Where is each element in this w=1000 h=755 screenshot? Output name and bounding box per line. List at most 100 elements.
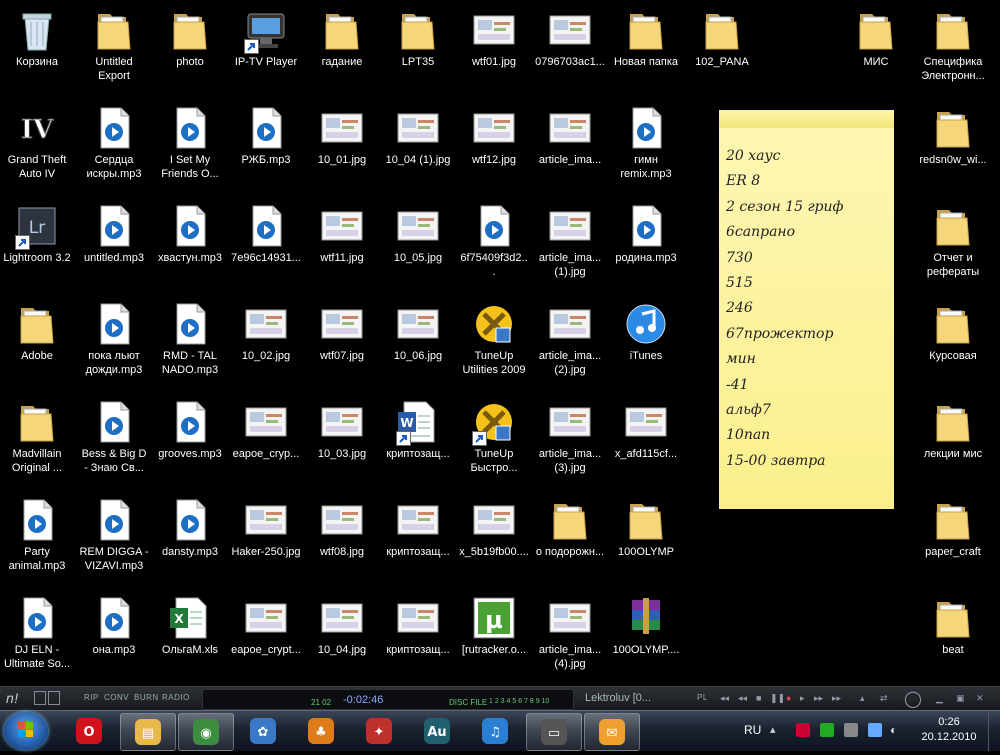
- taskbar-opera-button[interactable]: O: [62, 713, 116, 749]
- desktop-icon-article-ima-2[interactable]: article_ima... (2).jpg: [535, 300, 605, 377]
- clock[interactable]: 0:26 20.12.2010: [916, 715, 982, 745]
- desktop-icon-untitled-mp3[interactable]: untitled.mp3: [79, 202, 149, 265]
- desktop-icon-lightroom[interactable]: Lr Lightroom 3.2: [2, 202, 72, 265]
- rip-button[interactable]: RIP: [84, 693, 99, 702]
- desktop-icon-o-podorozh[interactable]: о подорожн...: [535, 496, 605, 559]
- desktop-icon-gadanie[interactable]: гадание: [307, 6, 377, 69]
- taskbar-window-button[interactable]: ▭: [526, 713, 582, 751]
- tray-volume-icon[interactable]: ◐: [890, 723, 904, 737]
- track-numbers[interactable]: 1 2 3 4 5 6 7 8 9 10: [489, 698, 549, 705]
- desktop-icon-specification[interactable]: Специфика Электронн...: [918, 6, 988, 83]
- pl-button[interactable]: PL: [697, 693, 708, 702]
- desktop-icon-ona[interactable]: она.mp3: [79, 594, 149, 657]
- desktop-icon-0796703ac1[interactable]: 0796703ac1...: [535, 6, 605, 69]
- desktop-icon-kriptozasch-3[interactable]: криптозащ...: [383, 594, 453, 657]
- taskbar-itunes-button[interactable]: ♫: [468, 713, 522, 749]
- desktop-icon-wtf01[interactable]: wtf01.jpg: [459, 6, 529, 69]
- desktop-icon-6f75409f3d2[interactable]: 6f75409f3d2...: [459, 202, 529, 279]
- desktop-icon-gta4[interactable]: IV Grand Theft Auto IV: [2, 104, 72, 181]
- desktop-icon-poka-lyut[interactable]: пока льют дожди.mp3: [79, 300, 149, 377]
- desktop-icon-100olymp-rar[interactable]: 100OLYMP....: [611, 594, 681, 657]
- desktop-icon-wtf08[interactable]: wtf08.jpg: [307, 496, 377, 559]
- desktop-icon-lekcii-mis[interactable]: лекции мис: [918, 398, 988, 461]
- desktop-icon-10-05[interactable]: 10_05.jpg: [383, 202, 453, 265]
- desktop-icon-10-04-1[interactable]: 10_04 (1).jpg: [383, 104, 453, 167]
- desktop-icon-bess-big-d[interactable]: Bess & Big D - Знаю Св...: [79, 398, 149, 475]
- desktop-icon-grooves[interactable]: grooves.mp3: [155, 398, 225, 461]
- desktop-icon-rem-digga[interactable]: REM DIGGA - VIZAVI.mp3: [79, 496, 149, 573]
- pause-button[interactable]: ❚❚: [770, 693, 785, 704]
- desktop-icon-haker-250[interactable]: Haker-250.jpg: [231, 496, 301, 559]
- close-player-button[interactable]: ✕: [976, 693, 984, 704]
- next-button[interactable]: ▸▸: [832, 693, 841, 704]
- desktop-icon-photo[interactable]: photo: [155, 6, 225, 69]
- desktop-icon-tuneup-2009[interactable]: TuneUp Utilities 2009: [459, 300, 529, 377]
- taskbar-audition-button[interactable]: Au: [410, 713, 464, 749]
- desktop-icon-10-01[interactable]: 10_01.jpg: [307, 104, 377, 167]
- desktop-icon-ip-tv-player[interactable]: IP-TV Player: [231, 6, 301, 69]
- desktop-icon-7e96c14931[interactable]: 7e96c14931...: [231, 202, 301, 265]
- taskbar-explorer-button[interactable]: ▤: [120, 713, 176, 751]
- desktop-icon-10-06[interactable]: 10_06.jpg: [383, 300, 453, 363]
- stop-button[interactable]: ■: [756, 693, 761, 703]
- media-s-button[interactable]: [48, 691, 60, 705]
- forward-button[interactable]: ▸▸: [814, 693, 823, 704]
- desktop-icon-kursovaya[interactable]: Курсовая: [918, 300, 988, 363]
- desktop-icon-wtf11[interactable]: wtf11.jpg: [307, 202, 377, 265]
- desktop-icon-rmd-talnado[interactable]: RMD - TAL NADO.mp3: [155, 300, 225, 377]
- disc-file-label[interactable]: DISC FILE: [449, 698, 487, 707]
- desktop-icon-x-5b19fb00[interactable]: x_5b19fb00....: [459, 496, 529, 559]
- taskbar-qip-button[interactable]: ✿: [236, 713, 290, 749]
- desktop-icon-10-04[interactable]: 10_04.jpg: [307, 594, 377, 657]
- desktop-icon-dansty[interactable]: dansty.mp3: [155, 496, 225, 559]
- minimize-player-button[interactable]: ▁: [936, 693, 943, 704]
- desktop-icon-adobe[interactable]: Adobe: [2, 300, 72, 363]
- show-desktop-button[interactable]: [988, 711, 1000, 751]
- desktop-icon-new-folder[interactable]: Новая папка: [611, 6, 681, 69]
- desktop-icon-article-ima-3[interactable]: article_ima... (3).jpg: [535, 398, 605, 475]
- conv-button[interactable]: CONV: [104, 693, 129, 702]
- recycle-bin-icon[interactable]: Корзина: [2, 6, 72, 69]
- burn-button[interactable]: BURN: [134, 693, 159, 702]
- desktop-icon-olgam-xls[interactable]: X ОльгаM.xls: [155, 594, 225, 657]
- desktop-icon-article-ima-1[interactable]: article_ima... (1).jpg: [535, 202, 605, 279]
- tray-expand-icon[interactable]: ▴: [770, 723, 784, 737]
- desktop-icon-party-animal[interactable]: Party animal.mp3: [2, 496, 72, 573]
- tray-app-icon[interactable]: [796, 723, 810, 737]
- radio-button[interactable]: RADIO: [162, 693, 190, 702]
- taskbar-mail-button[interactable]: ✉: [584, 713, 640, 751]
- desktop-icon-hvastun[interactable]: хвастун.mp3: [155, 202, 225, 265]
- desktop-icon-dj-eln[interactable]: DJ ELN - Ultimate So...: [2, 594, 72, 671]
- desktop-icon-lpt35[interactable]: LPT35: [383, 6, 453, 69]
- desktop-icon-10-02[interactable]: 10_02.jpg: [231, 300, 301, 363]
- desktop-icon-untitled-export[interactable]: Untitled Export: [79, 6, 149, 83]
- desktop-icon-serdca-iskry[interactable]: Сердца искры.mp3: [79, 104, 149, 181]
- rewind-button[interactable]: ◂◂: [738, 693, 747, 704]
- prev-button[interactable]: ◂◂: [720, 693, 729, 704]
- desktop-icon-kriptozasch-doc[interactable]: Wкриптозащ...: [383, 398, 453, 461]
- desktop-icon-otchet[interactable]: Отчет и рефераты: [918, 202, 988, 279]
- desktop-icon-itunes[interactable]: iTunes: [611, 300, 681, 363]
- repeat-button[interactable]: ⇄: [880, 693, 888, 704]
- record-button[interactable]: ●: [786, 693, 791, 703]
- desktop-icon-wtf07[interactable]: wtf07.jpg: [307, 300, 377, 363]
- desktop-icon-beat[interactable]: beat: [918, 594, 988, 657]
- taskbar-app-5-button[interactable]: ✦: [352, 713, 406, 749]
- desktop-icon-10-03[interactable]: 10_03.jpg: [307, 398, 377, 461]
- desktop-icon-eapoe-cryp[interactable]: eapoe_cryp...: [231, 398, 301, 461]
- taskbar-chrome-button[interactable]: ◉: [178, 713, 234, 751]
- desktop-icon-mis[interactable]: МИС: [841, 6, 911, 69]
- desktop-icon-rodina[interactable]: родина.mp3: [611, 202, 681, 265]
- desktop-icon-eapoe-crypt[interactable]: eapoe_crypt...: [231, 594, 301, 657]
- desktop-icon-rzhb[interactable]: РЖБ.mp3: [231, 104, 301, 167]
- desktop-icon-article-ima[interactable]: article_ima...: [535, 104, 605, 167]
- sticky-note-titlebar[interactable]: [719, 110, 894, 128]
- desktop-icon-wtf12[interactable]: wtf12.jpg: [459, 104, 529, 167]
- tray-utorrent-icon[interactable]: [820, 723, 834, 737]
- taskbar-fl-studio-button[interactable]: ♣: [294, 713, 348, 749]
- desktop-icon-x-afd115cf[interactable]: x_afd115cf...: [611, 398, 681, 461]
- sticky-note[interactable]: 20 хаус ER 8 2 сезон 15 гриф 6сапрано 730 515…: [719, 110, 894, 509]
- desktop-icon-article-ima-4[interactable]: article_ima... (4).jpg: [535, 594, 605, 671]
- tray-network-icon[interactable]: [868, 723, 882, 737]
- desktop-icon-i-set-my-friends[interactable]: I Set My Friends O...: [155, 104, 225, 181]
